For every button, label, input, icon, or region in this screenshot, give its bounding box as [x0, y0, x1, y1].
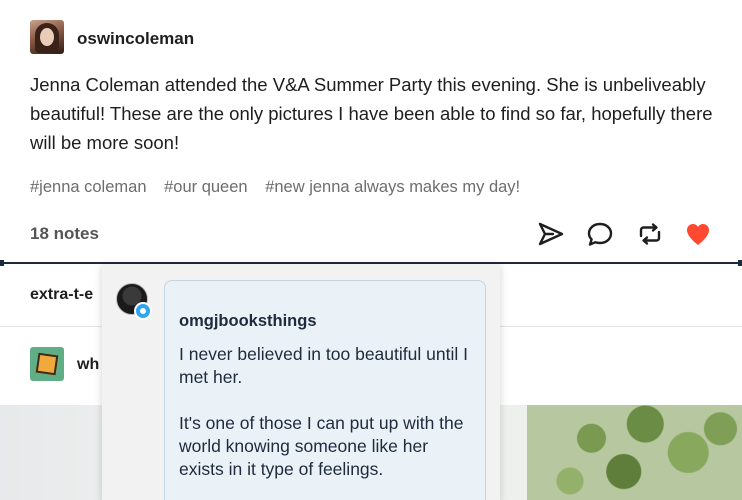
note-paragraph: It's one of those I can put up with the … [179, 413, 464, 479]
speech-bubble-icon[interactable] [586, 220, 614, 248]
post-tags: #jenna coleman #our queen #new jenna alw… [30, 178, 533, 197]
heart-icon[interactable] [684, 220, 712, 248]
tag-link[interactable]: #jenna coleman [30, 178, 147, 196]
tree-foliage [527, 405, 742, 500]
note-paragraph: I never believed in too beautiful until … [179, 344, 468, 387]
reply-badge-icon [134, 302, 152, 320]
tag-link[interactable]: #our queen [164, 178, 248, 196]
feed-username[interactable]: extra-t-e [30, 286, 93, 304]
feed-username[interactable]: wh [77, 356, 99, 374]
note-bubble: omgjbooksthings I never believed in too … [164, 280, 486, 500]
paper-plane-icon[interactable] [537, 220, 565, 248]
post-username[interactable]: oswincoleman [77, 29, 194, 49]
note-text: I never believed in too beautiful until … [179, 343, 469, 500]
cube-icon [35, 352, 59, 376]
post-body: Jenna Coleman attended the V&A Summer Pa… [30, 74, 713, 153]
notes-count[interactable]: 18 notes [30, 224, 99, 244]
avatar-face [40, 28, 54, 46]
note-popover: omgjbooksthings I never believed in too … [102, 264, 500, 500]
post-author-avatar[interactable] [30, 20, 64, 54]
reblog-icon[interactable] [636, 220, 664, 248]
note-username[interactable]: omgjbooksthings [179, 312, 317, 331]
tag-link[interactable]: #new jenna always makes my day! [265, 178, 520, 196]
